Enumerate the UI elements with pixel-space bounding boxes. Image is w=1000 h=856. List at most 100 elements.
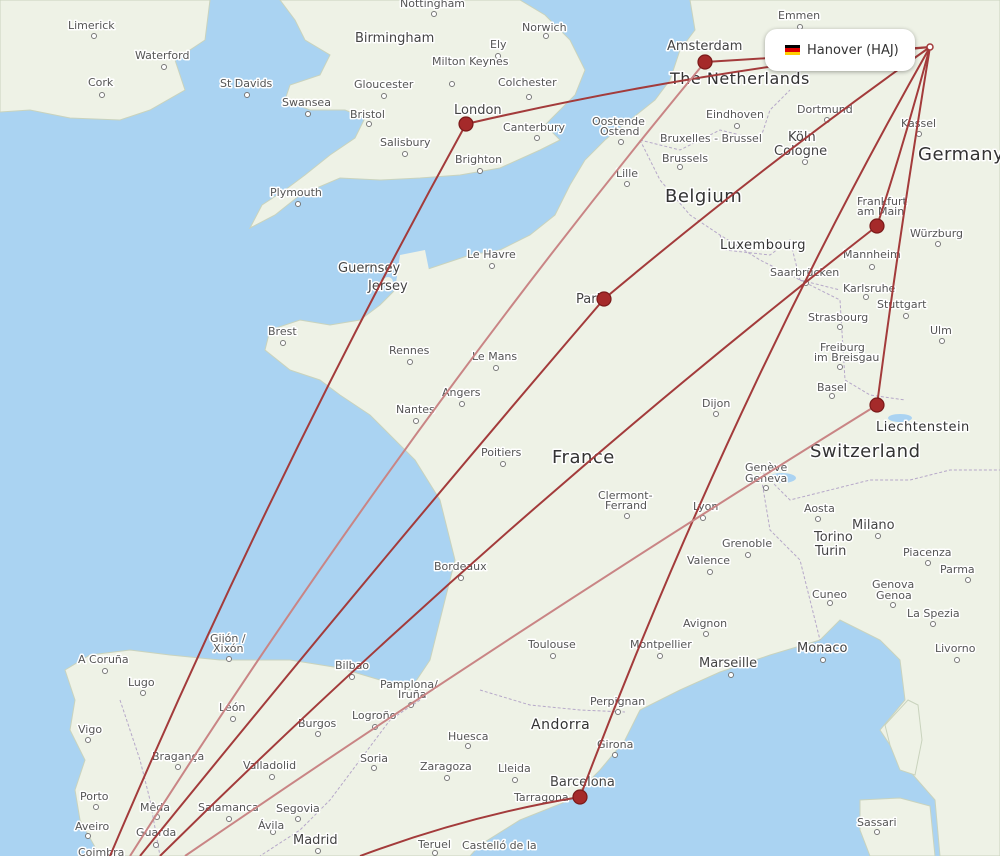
svg-text:Vigo: Vigo [78,723,102,736]
svg-text:Le Havre: Le Havre [467,248,516,261]
country-luxembourg: Luxembourg [720,238,806,253]
svg-text:Waterford: Waterford [135,49,189,62]
svg-text:Plymouth: Plymouth [270,186,322,199]
svg-text:Brest: Brest [268,325,297,338]
svg-text:Xixón: Xixón [213,642,243,655]
svg-text:Aveiro: Aveiro [75,820,109,833]
svg-text:Bordeaux: Bordeaux [434,560,487,573]
svg-text:Emmen: Emmen [778,9,820,22]
svg-text:Ferrand: Ferrand [605,499,647,512]
map[interactable]: Limerick Waterford Cork St Davids Swanse… [0,0,1000,856]
svg-text:Avignon: Avignon [683,617,727,630]
city-amsterdam: Amsterdam [667,39,742,54]
svg-text:Swansea: Swansea [282,96,331,109]
svg-text:Cuneo: Cuneo [812,588,847,601]
svg-text:Poitiers: Poitiers [481,446,522,459]
svg-text:Colchester: Colchester [498,76,557,89]
city-tarragona: Tarragona [513,791,569,804]
svg-text:Gloucester: Gloucester [354,78,414,91]
airport-barcelona[interactable] [572,789,588,805]
svg-text:Toulouse: Toulouse [527,638,576,651]
svg-text:Limerick: Limerick [68,19,115,32]
city-jersey: Jersey [367,279,408,294]
airport-hanover[interactable] [926,43,934,51]
svg-text:Stuttgart: Stuttgart [877,298,927,311]
svg-text:Burgos: Burgos [298,717,337,730]
svg-text:Eindhoven: Eindhoven [706,108,764,121]
svg-text:Salisbury: Salisbury [380,136,431,149]
country-liechtenstein: Liechtenstein [876,420,970,435]
svg-text:im Breisgau: im Breisgau [814,351,879,364]
country-germany: Germany [918,144,1000,165]
city-castello: Castelló de la [462,839,537,852]
flag-stripe-gold [785,51,800,55]
svg-text:Livorno: Livorno [935,642,976,655]
city-coimbra: Coimbra [78,846,124,856]
svg-text:Milano: Milano [852,518,895,533]
svg-text:Monaco: Monaco [797,641,848,656]
svg-text:St Davids: St Davids [220,77,273,90]
svg-text:Le Mans: Le Mans [472,350,517,363]
svg-text:Rennes: Rennes [389,344,430,357]
svg-text:La Spezia: La Spezia [907,607,960,620]
svg-text:Ostend: Ostend [600,125,639,138]
svg-text:Ulm: Ulm [930,324,952,337]
svg-text:Aosta: Aosta [804,502,835,515]
city-torino: Torino [813,530,853,545]
svg-text:Mêda: Mêda [140,801,170,814]
svg-text:Karlsruhe: Karlsruhe [843,282,896,295]
city-turin: Turin [814,544,846,559]
svg-text:Genoa: Genoa [876,589,912,602]
svg-text:Cork: Cork [88,76,114,89]
origin-airport-label[interactable]: Hanover (HAJ) [765,29,915,71]
svg-text:Bristol: Bristol [350,108,385,121]
svg-text:A Coruña: A Coruña [78,653,129,666]
svg-text:Canterbury: Canterbury [503,121,565,134]
germany-flag-icon [785,45,800,55]
svg-text:Porto: Porto [80,790,109,803]
svg-text:Logroño: Logroño [352,709,397,722]
svg-text:Nantes: Nantes [396,403,435,416]
svg-text:Strasbourg: Strasbourg [808,311,868,324]
svg-text:Basel: Basel [817,381,847,394]
svg-text:Mannheim: Mannheim [843,248,901,261]
map-canvas[interactable]: Limerick Waterford Cork St Davids Swanse… [0,0,1000,856]
airport-zurich[interactable] [869,397,885,413]
city-bruxelles: Bruxelles - Brussel [660,132,762,145]
svg-text:Milton Keynes: Milton Keynes [432,55,509,68]
airport-amsterdam[interactable] [697,54,713,70]
origin-airport-name: Hanover (HAJ) [807,42,899,58]
svg-text:Marseille: Marseille [699,656,757,671]
svg-text:Piacenza: Piacenza [903,546,952,559]
airport-london[interactable] [458,116,474,132]
airport-paris[interactable] [596,291,612,307]
city-koln: Köln [788,130,816,145]
svg-text:Nottingham: Nottingham [400,0,465,10]
svg-text:Saarbrücken: Saarbrücken [770,266,839,279]
country-andorra: Andorra [531,717,590,733]
city-birmingham: Birmingham [355,31,434,46]
svg-text:Valence: Valence [687,554,730,567]
city-london: London [454,103,502,118]
svg-text:Grenoble: Grenoble [722,537,772,550]
svg-text:Segovia: Segovia [276,802,320,815]
svg-text:Ávila: Ávila [258,819,284,832]
svg-text:Zaragoza: Zaragoza [420,760,472,773]
svg-text:Huesca: Huesca [448,730,489,743]
svg-text:Würzburg: Würzburg [910,227,963,240]
svg-text:Brussels: Brussels [662,152,708,165]
svg-text:Lleida: Lleida [498,762,531,775]
svg-text:Brighton: Brighton [455,153,502,166]
svg-text:Ely: Ely [490,38,507,51]
svg-text:Norwich: Norwich [522,21,567,34]
svg-text:Teruel: Teruel [417,838,451,851]
svg-text:Parma: Parma [940,563,975,576]
svg-text:Lugo: Lugo [128,676,155,689]
country-switzerland: Switzerland [810,441,921,462]
svg-text:Valladolid: Valladolid [243,759,296,772]
svg-text:Soria: Soria [360,752,388,765]
svg-text:Dijon: Dijon [702,397,730,410]
airport-frankfurt[interactable] [869,218,885,234]
svg-text:Madrid: Madrid [293,833,338,848]
svg-text:Sassari: Sassari [857,816,897,829]
